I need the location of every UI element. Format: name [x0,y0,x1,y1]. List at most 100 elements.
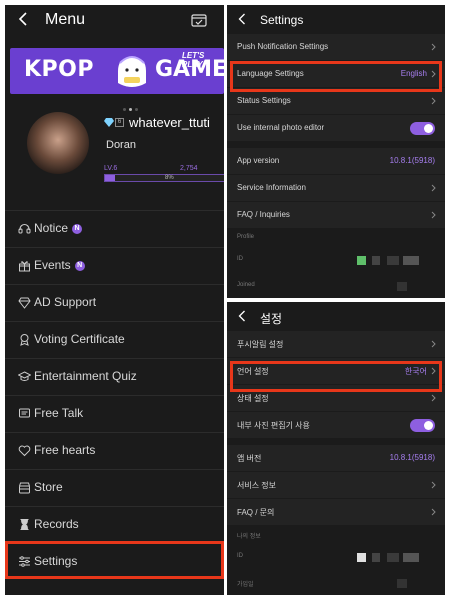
menu-header: Menu [5,5,224,35]
promo-banner[interactable]: LET'S PLAY KPOP GAME [10,48,224,94]
heart-icon [18,445,31,457]
settings-row-label: Language Settings [237,69,304,78]
menu-item-free-talk[interactable]: Free Talk [5,395,224,432]
settings-row-label: Push Notification Settings [237,42,329,51]
redacted-pixel [387,553,399,562]
level-badge: 6 [115,118,124,127]
settings-row-app-version: App version 10.8.1(5918) [227,148,445,175]
redacted-pixel [403,256,419,265]
menu-list: Notice N Events N AD Support Voting Certifica… [5,210,224,580]
settings-row-value: 한국어 [404,367,427,376]
menu-item-label: Store [34,480,63,494]
profile-joined-label: Joined [237,282,255,288]
settings-header: Settings [227,5,445,35]
chevron-right-icon [431,97,436,105]
profile-joined-row: 가입일 [227,570,445,595]
menu-item-records[interactable]: Records [5,506,224,543]
settings-header: 설정 [227,302,445,332]
menu-item-notice[interactable]: Notice N [5,210,224,247]
settings-row-faq-inquiries[interactable]: FAQ / Inquiries [227,202,445,229]
pagination-dot-active [129,108,132,111]
settings-row-app-version: 앱 버전 10.8.1(5918) [227,445,445,472]
mascot-icon [118,56,146,87]
settings-row-value: English [400,69,427,78]
photo-editor-toggle[interactable] [410,122,435,135]
store-icon [19,482,30,494]
back-arrow-icon[interactable] [237,309,247,323]
menu-item-events[interactable]: Events N [5,247,224,284]
menu-panel: Menu LET'S PLAY KPOP GAME 6 whatever_ttu… [5,5,224,595]
settings-panel-english: Settings Push Notification Settings Langu… [227,5,445,298]
menu-item-label: Free Talk [34,406,84,420]
settings-row-service-information[interactable]: Service Information [227,175,445,202]
settings-row-push-notification-settings[interactable]: 푸시알림 설정 [227,331,445,358]
profile-section-caption: 나의 정보 [227,526,445,544]
redacted-pixel [357,553,366,562]
username: whatever_ttuti [129,115,210,130]
settings-row-status-settings[interactable]: Status Settings [227,88,445,115]
diamond-icon [18,297,31,309]
profile-section-caption: Profile [227,229,445,247]
page-title: Menu [45,11,86,28]
photo-editor-toggle[interactable] [410,419,435,432]
sliders-icon [19,556,30,567]
menu-item-ad-support[interactable]: AD Support [5,284,224,321]
menu-item-free-hearts[interactable]: Free hearts [5,432,224,469]
settings-row-label: 언어 설정 [237,367,269,376]
settings-row-value: 10.8.1(5918) [389,453,435,462]
chevron-right-icon [431,340,436,348]
new-badge: N [74,260,85,271]
settings-title: 설정 [260,312,283,326]
award-icon [20,334,29,346]
chevron-right-icon [431,367,436,375]
menu-item-label: Settings [34,554,78,568]
avatar[interactable] [27,112,89,174]
banner-text-right: GAME [155,57,224,82]
hourglass-icon [20,519,29,530]
menu-item-entertainment-quiz[interactable]: Entertainment Quiz [5,358,224,395]
profile-id-label: ID [237,256,243,262]
settings-title: Settings [260,13,304,27]
banner-pagination [123,98,153,111]
settings-row-internal-photo-editor[interactable]: Use internal photo editor [227,115,445,142]
profile-id-row: ID [227,544,445,570]
section-caption-text: 나의 정보 [237,534,261,540]
back-arrow-icon[interactable] [17,11,29,27]
level-progress-bar: 8% [104,174,224,182]
settings-row-label: Service Information [237,183,306,192]
settings-row-label: App version [237,156,280,165]
redacted-pixel [403,553,419,562]
menu-item-store[interactable]: Store [5,469,224,506]
settings-row-label: 내부 사진 편집기 사용 [237,421,310,430]
settings-row-service-information[interactable]: 서비스 정보 [227,472,445,499]
headset-icon [18,223,31,234]
redacted-pixel [387,256,399,265]
settings-row-internal-photo-editor[interactable]: 내부 사진 편집기 사용 [227,412,445,439]
menu-item-label: Voting Certificate [34,332,125,346]
menu-item-settings[interactable]: Settings [5,543,224,580]
chevron-right-icon [431,508,436,516]
level-points: 2,754 [180,165,198,172]
calendar-check-icon[interactable] [191,13,207,27]
settings-row-push-notification-settings[interactable]: Push Notification Settings [227,34,445,61]
level-label: LV.6 [104,165,118,172]
chat-icon [19,408,30,418]
settings-row-label: 푸시알림 설정 [237,340,284,349]
back-arrow-icon[interactable] [237,12,247,26]
graduation-cap-icon [18,371,31,381]
menu-item-label: Entertainment Quiz [34,369,137,383]
pagination-dot [123,108,126,111]
gift-icon [19,261,30,272]
settings-panel-korean: 설정 푸시알림 설정언어 설정 한국어상태 설정내부 사진 편집기 사용앱 버전 1… [227,302,445,595]
menu-item-voting-certificate[interactable]: Voting Certificate [5,321,224,358]
settings-row-label: 앱 버전 [237,454,262,463]
settings-row-status-settings[interactable]: 상태 설정 [227,385,445,412]
settings-row-language-settings[interactable]: Language Settings English [227,61,445,88]
chevron-right-icon [431,394,436,402]
chevron-right-icon [431,43,436,51]
level-progress-fill [105,175,115,181]
chevron-right-icon [431,184,436,192]
new-badge: N [72,223,83,234]
settings-row-faq-inquiries[interactable]: FAQ / 문의 [227,499,445,526]
settings-row-language-settings[interactable]: 언어 설정 한국어 [227,358,445,385]
